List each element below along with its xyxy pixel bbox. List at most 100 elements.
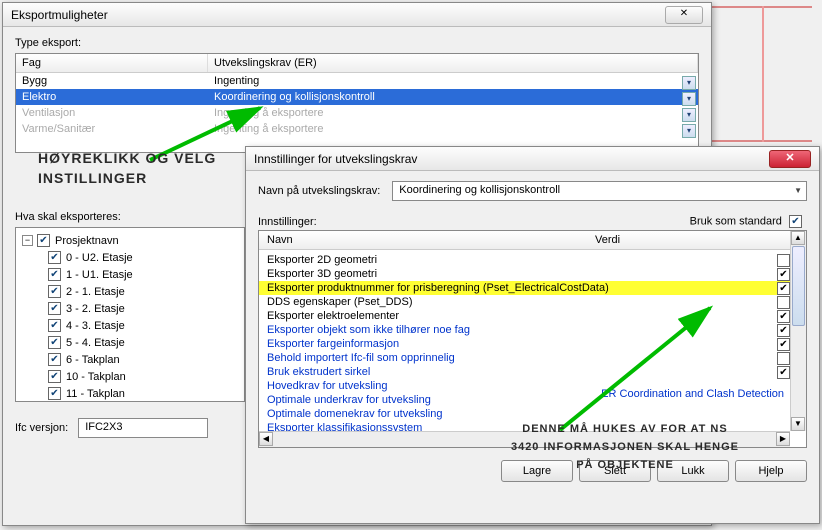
titlebar: Eksportmuligheter ✕	[3, 3, 711, 27]
chevron-down-icon: ▼	[794, 186, 802, 195]
checkbox[interactable]: ✔	[777, 324, 790, 337]
col-er: Utvekslingskrav (ER)	[208, 54, 698, 72]
checkbox[interactable]: ✔	[48, 336, 61, 349]
setting-name[interactable]: Optimale domenekrav for utveksling	[267, 408, 647, 420]
setting-name[interactable]: Eksporter fargeinformasjon	[267, 338, 647, 350]
close-icon[interactable]: ✕	[665, 6, 703, 24]
cell-fag: Ventilasjon	[16, 107, 208, 119]
cell-fag: Elektro	[16, 91, 208, 103]
tree-item[interactable]: ✔ 3 - 2. Etasje	[48, 300, 238, 317]
use-default-checkbox[interactable]: ✔	[789, 215, 802, 228]
project-tree[interactable]: − ✔ Prosjektnavn ✔ 0 - U2. Etasje ✔1 - U1.…	[15, 227, 245, 402]
checkbox[interactable]: ✔	[48, 302, 61, 315]
checkbox[interactable]	[777, 254, 790, 267]
settings-row[interactable]: Eksporter 2D geometri	[259, 253, 790, 267]
cell-er: Ingenting å eksportere▾	[208, 107, 698, 119]
checkbox[interactable]: ✔	[48, 285, 61, 298]
ifc-version-input[interactable]: IFC2X3	[78, 418, 208, 438]
checkbox[interactable]: ✔	[37, 234, 50, 247]
setting-name[interactable]: Optimale underkrav for utveksling	[267, 394, 647, 406]
grid-row[interactable]: VentilasjonIngenting å eksportere▾	[16, 105, 698, 121]
setting-name: Eksporter 2D geometri	[267, 254, 647, 266]
tree-item-label: 2 - 1. Etasje	[66, 286, 125, 298]
type-export-label: Type eksport:	[15, 37, 699, 49]
export-type-grid: Fag Utvekslingskrav (ER) ByggIngenting▾E…	[15, 53, 699, 153]
checkbox[interactable]	[777, 296, 790, 309]
tree-item-label: 11 - Takplan	[66, 388, 125, 400]
scroll-up-icon[interactable]: ▲	[791, 231, 805, 245]
window-title: Innstillinger for utvekslingskrav	[254, 152, 417, 166]
checkbox[interactable]: ✔	[777, 268, 790, 281]
checkbox[interactable]: ✔	[48, 319, 61, 332]
checkbox[interactable]: ✔	[777, 366, 790, 379]
tree-root[interactable]: − ✔ Prosjektnavn	[22, 232, 238, 249]
checkbox[interactable]: ✔	[777, 282, 790, 295]
setting-name[interactable]: Bruk ekstrudert sirkel	[267, 366, 647, 378]
use-default-label: Bruk som standard	[690, 215, 782, 227]
settings-list: Navn Verdi Eksporter 2D geometriEksporte…	[258, 230, 807, 448]
setting-name: Eksporter elektroelementer	[267, 310, 647, 322]
er-name-label: Navn på utvekslingskrav:	[258, 185, 380, 197]
cell-er: Ingenting å eksportere▾	[208, 123, 698, 135]
setting-name: Eksporter produktnummer for prisberegnin…	[267, 282, 647, 294]
setting-name[interactable]: Eksporter objekt som ikke tilhører noe f…	[267, 324, 647, 336]
checkbox[interactable]: ✔	[777, 310, 790, 323]
checkbox[interactable]: ✔	[48, 251, 61, 264]
settings-row[interactable]: Bruk ekstrudert sirkel ✔	[259, 365, 790, 379]
settings-header: Navn Verdi	[259, 231, 806, 250]
scroll-thumb[interactable]	[792, 246, 805, 326]
annotation-rightclick: Høyreklikk og velg instillinger	[38, 148, 258, 188]
cell-er: Ingenting▾	[208, 75, 698, 87]
tree-item-label: 3 - 2. Etasje	[66, 303, 125, 315]
settings-row[interactable]: Eksporter fargeinformasjon ✔	[259, 337, 790, 351]
setting-name[interactable]: Behold importert Ifc-fil som opprinnelig	[267, 352, 647, 364]
settings-row[interactable]: Eksporter 3D geometri✔	[259, 267, 790, 281]
cell-fag: Varme/Sanitær	[16, 123, 208, 135]
setting-name[interactable]: Hovedkrav for utveksling	[267, 380, 647, 392]
tree-item[interactable]: ✔ 0 - U2. Etasje	[48, 249, 238, 266]
tree-item-label: 0 - U2. Etasje	[66, 252, 133, 264]
checkbox[interactable]: ✔	[777, 338, 790, 351]
settings-row[interactable]: Eksporter produktnummer for prisberegnin…	[259, 281, 790, 295]
chevron-down-icon[interactable]: ▾	[682, 76, 696, 90]
titlebar: Innstillinger for utvekslingskrav ✕	[246, 147, 819, 171]
grid-row[interactable]: ByggIngenting▾	[16, 73, 698, 89]
chevron-down-icon[interactable]: ▾	[682, 108, 696, 122]
tree-item-label: 4 - 3. Etasje	[66, 320, 125, 332]
er-coordination-link[interactable]: ER Coordination and Clash Detection	[601, 388, 784, 400]
tree-item[interactable]: ✔10 - Takplan	[48, 368, 238, 385]
window-title: Eksportmuligheter	[11, 8, 108, 22]
tree-item[interactable]: ✔ 2 - 1. Etasje	[48, 283, 238, 300]
settings-row[interactable]: Eksporter objekt som ikke tilhører noe f…	[259, 323, 790, 337]
tree-item[interactable]: ✔ 5 - 4. Etasje	[48, 334, 238, 351]
settings-row[interactable]: DDS egenskaper (Pset_DDS)	[259, 295, 790, 309]
tree-item[interactable]: ✔ 11 - Takplan	[48, 385, 238, 402]
col-fag: Fag	[16, 54, 208, 72]
checkbox[interactable]: ✔	[48, 370, 61, 383]
checkbox[interactable]: ✔	[48, 387, 61, 400]
er-name-combo[interactable]: Koordinering og kollisjonskontroll ▼	[392, 181, 807, 201]
vertical-scrollbar[interactable]: ▲ ▼	[790, 231, 806, 431]
tree-item[interactable]: ✔ 6 - Takplan	[48, 351, 238, 368]
cell-fag: Bygg	[16, 75, 208, 87]
settings-row[interactable]: Behold importert Ifc-fil som opprinnelig	[259, 351, 790, 365]
cell-er: Koordinering og kollisjonskontroll▾	[208, 91, 698, 103]
background-decoration	[702, 0, 822, 150]
settings-row[interactable]: Optimale domenekrav for utveksling	[259, 407, 790, 421]
tree-item[interactable]: ✔ 4 - 3. Etasje	[48, 317, 238, 334]
close-icon[interactable]: ✕	[769, 150, 811, 168]
tree-item-label: 5 - 4. Etasje	[66, 337, 125, 349]
tree-item[interactable]: ✔1 - U1. Etasje	[48, 266, 238, 283]
grid-row[interactable]: ElektroKoordinering og kollisjonskontrol…	[16, 89, 698, 105]
checkbox[interactable]: ✔	[48, 268, 61, 281]
checkbox[interactable]	[777, 352, 790, 365]
checkbox[interactable]: ✔	[48, 353, 61, 366]
grid-row[interactable]: Varme/SanitærIngenting å eksportere▾	[16, 121, 698, 137]
tree-item-label: 6 - Takplan	[66, 354, 120, 366]
scroll-left-icon[interactable]: ◀	[259, 432, 273, 446]
annotation-checkbox: Denne må hukes av for at NS 3420 informa…	[425, 420, 822, 474]
settings-row[interactable]: Eksporter elektroelementer ✔	[259, 309, 790, 323]
collapse-icon[interactable]: −	[22, 235, 33, 246]
chevron-down-icon[interactable]: ▾	[682, 124, 696, 138]
chevron-down-icon[interactable]: ▾	[682, 92, 696, 106]
